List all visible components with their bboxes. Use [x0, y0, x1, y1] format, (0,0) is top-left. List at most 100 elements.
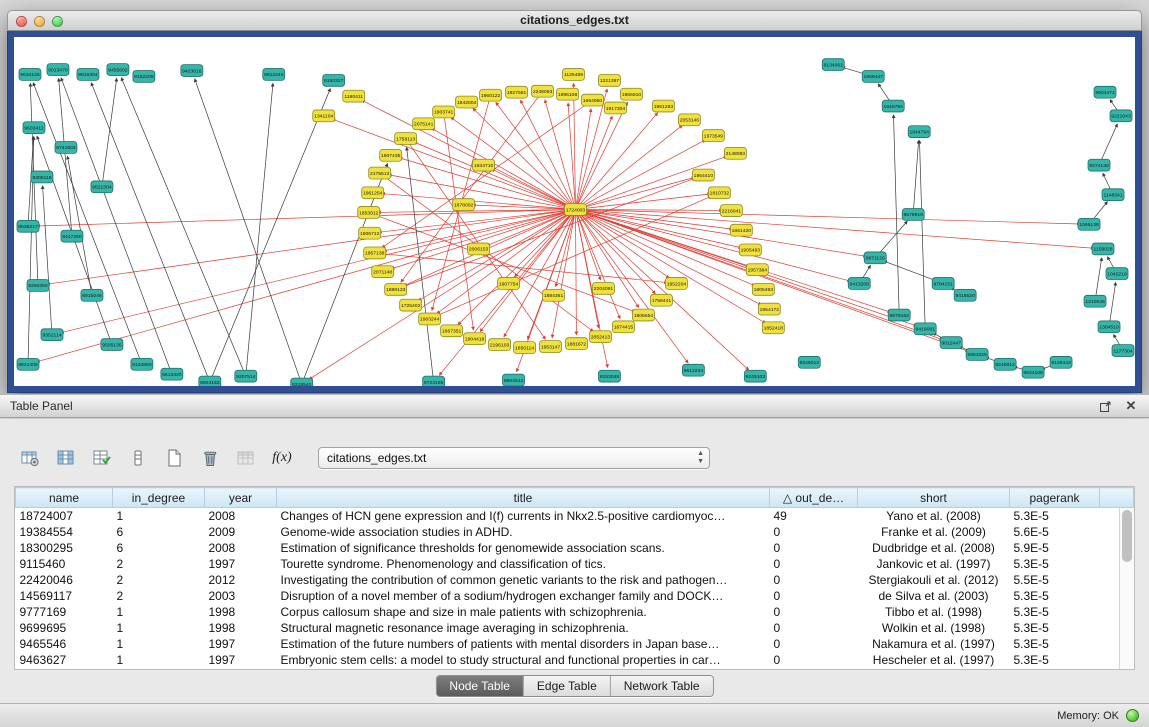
- graph-node[interactable]: 9207514: [235, 370, 257, 382]
- graph-node[interactable]: 1852418: [762, 322, 784, 334]
- graph-edge[interactable]: [575, 177, 694, 209]
- graph-node[interactable]: 1961254: [362, 187, 384, 199]
- graph-node[interactable]: 9634125: [19, 69, 41, 81]
- graph-edge[interactable]: [1095, 258, 1102, 301]
- graph-edge[interactable]: [575, 102, 627, 209]
- graph-node[interactable]: 1221397: [598, 74, 620, 86]
- graph-node[interactable]: 8904153: [199, 376, 221, 386]
- graph-edge[interactable]: [61, 78, 172, 374]
- graph-edge[interactable]: [378, 210, 576, 213]
- graph-edge[interactable]: [431, 128, 575, 209]
- graph-node[interactable]: 1904418: [464, 333, 486, 345]
- graph-edge[interactable]: [575, 140, 705, 210]
- graph-node[interactable]: 1934710: [473, 159, 495, 171]
- graph-edge[interactable]: [388, 175, 575, 210]
- graph-node[interactable]: 1969447: [862, 71, 884, 83]
- graph-node[interactable]: 1758441: [650, 294, 672, 306]
- graph-edge[interactable]: [28, 137, 34, 365]
- graph-edge[interactable]: [391, 210, 575, 269]
- graph-edge[interactable]: [379, 210, 576, 233]
- graph-node[interactable]: 1867351: [441, 325, 463, 337]
- graph-node[interactable]: 9413208: [848, 278, 870, 290]
- table-row[interactable]: 977716911998Corpus callosum shape and si…: [16, 604, 1134, 620]
- graph-node[interactable]: 9679919: [902, 209, 924, 221]
- table-row[interactable]: 1872400712008Changes of HCN gene express…: [16, 508, 1134, 524]
- graph-node[interactable]: 1881672: [566, 338, 588, 350]
- graph-edge[interactable]: [210, 89, 330, 382]
- graph-node[interactable]: 9274130: [1088, 159, 1110, 171]
- graph-edge[interactable]: [30, 83, 38, 285]
- graph-node[interactable]: 2216041: [720, 205, 742, 217]
- graph-edge[interactable]: [575, 89, 607, 210]
- select-columns-icon[interactable]: [52, 445, 80, 471]
- graph-node[interactable]: 1903741: [433, 106, 455, 118]
- function-builder-icon[interactable]: f(x): [268, 445, 296, 471]
- delete-attribute-icon[interactable]: [196, 445, 224, 471]
- graph-edge[interactable]: [575, 210, 741, 248]
- graph-node[interactable]: 9419081: [914, 323, 936, 335]
- graph-node[interactable]: 2075141: [413, 118, 435, 130]
- graph-node[interactable]: 1973549: [702, 130, 724, 142]
- graph-node[interactable]: 9150327: [323, 74, 345, 86]
- graph-edge[interactable]: [575, 194, 710, 210]
- graph-edge[interactable]: [121, 78, 245, 376]
- graph-node[interactable]: 9724155: [423, 376, 445, 386]
- graph-node[interactable]: 1180411: [343, 90, 365, 102]
- graph-node[interactable]: 1954172: [758, 303, 780, 315]
- graph-edge[interactable]: [913, 141, 918, 215]
- graph-node[interactable]: 1304510: [1098, 321, 1120, 333]
- graph-node[interactable]: 8741503: [55, 142, 77, 154]
- graph-node[interactable]: 8915046: [81, 289, 103, 301]
- graph-node[interactable]: 1065138: [1078, 218, 1100, 230]
- graph-node[interactable]: 9352114: [41, 329, 63, 341]
- zoom-window-icon[interactable]: [52, 16, 63, 27]
- graph-node[interactable]: 2175512: [369, 167, 391, 179]
- graph-node[interactable]: 8635217: [17, 220, 39, 232]
- graph-node[interactable]: 1961283: [652, 100, 674, 112]
- column-header-4[interactable]: △ out_de…: [770, 488, 858, 508]
- graph-edge[interactable]: [919, 141, 925, 329]
- graph-edge[interactable]: [1109, 282, 1116, 326]
- graph-node[interactable]: 1906712: [359, 227, 381, 239]
- graph-node[interactable]: 1907754: [498, 278, 520, 290]
- tab-edge-table[interactable]: Edge Table: [524, 676, 611, 696]
- graph-node[interactable]: 1957384: [746, 264, 768, 276]
- graph-node[interactable]: 1952204: [665, 278, 687, 290]
- table-options-icon[interactable]: [16, 445, 44, 471]
- table-row[interactable]: 911546021997Tourette syndrome. Phenomeno…: [16, 556, 1134, 572]
- import-table-icon[interactable]: [232, 445, 260, 471]
- graph-node[interactable]: 9152208: [133, 71, 155, 83]
- graph-node[interactable]: 1905493: [739, 244, 761, 256]
- graph-edge[interactable]: [575, 116, 612, 209]
- column-header-3[interactable]: title: [277, 488, 770, 508]
- tab-node-table[interactable]: Node Table: [436, 676, 524, 696]
- graph-node[interactable]: 1861420: [730, 224, 752, 236]
- graph-node[interactable]: 1827581: [506, 86, 528, 98]
- edit-attributes-icon[interactable]: [88, 445, 116, 471]
- close-panel-icon[interactable]: ✕: [1123, 398, 1139, 414]
- graph-node[interactable]: 1042219: [1106, 268, 1128, 280]
- graph-edge[interactable]: [102, 78, 117, 187]
- graph-node[interactable]: 9794151: [932, 278, 954, 290]
- graph-node[interactable]: 1896108: [557, 88, 579, 100]
- graph-node[interactable]: 9879192: [888, 309, 910, 321]
- graph-node[interactable]: 1758113: [395, 133, 417, 145]
- graph-edge[interactable]: [496, 102, 576, 209]
- graph-node[interactable]: 1917304: [604, 102, 626, 114]
- graph-node[interactable]: 9521304: [91, 181, 113, 193]
- graph-node[interactable]: 9221043: [1110, 110, 1132, 122]
- graph-node[interactable]: 9245103: [744, 370, 766, 382]
- graph-node[interactable]: 1948794: [882, 100, 904, 112]
- graph-node[interactable]: 2071148: [372, 266, 394, 278]
- table-row[interactable]: 1456911722003Disruption of a novel membe…: [16, 588, 1134, 604]
- graph-node[interactable]: 8812245: [263, 69, 285, 81]
- table-row[interactable]: 1830029562008Estimation of significance …: [16, 540, 1134, 556]
- graph-edge[interactable]: [575, 210, 655, 294]
- graph-node[interactable]: 1966910: [620, 88, 642, 100]
- column-header-2[interactable]: year: [205, 488, 277, 508]
- memory-status-icon[interactable]: [1126, 709, 1139, 722]
- graph-node[interactable]: 2196103: [489, 339, 511, 351]
- graph-node[interactable]: 9603412: [23, 122, 45, 134]
- graph-node[interactable]: 9013470: [47, 64, 69, 76]
- network-graph[interactable]: 1724003191730416649501896108224806318275…: [14, 37, 1135, 386]
